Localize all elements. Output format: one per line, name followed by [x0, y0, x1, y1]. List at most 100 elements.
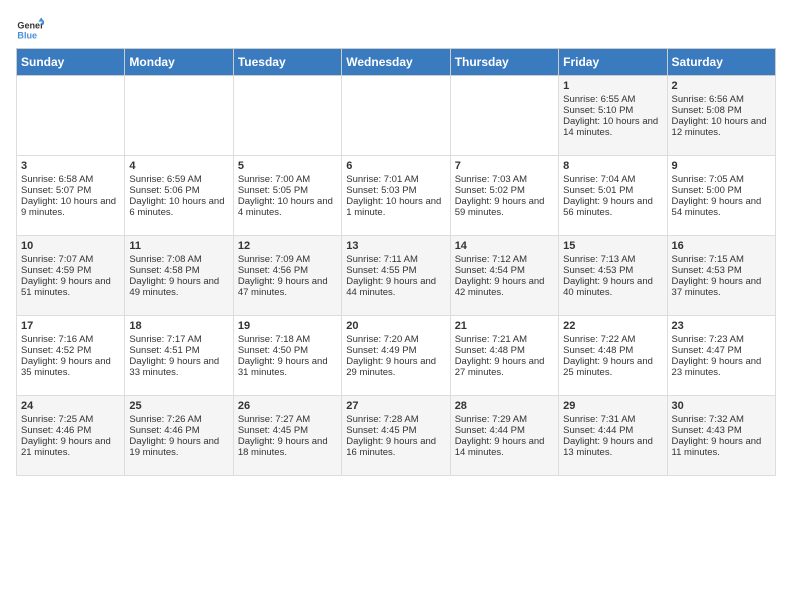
day-info-line: Sunset: 4:47 PM: [672, 345, 771, 356]
day-number: 22: [563, 320, 662, 332]
day-number: 26: [238, 400, 337, 412]
day-info-line: Daylight: 9 hours and 54 minutes.: [672, 196, 771, 218]
day-number: 19: [238, 320, 337, 332]
calendar-cell: 16Sunrise: 7:15 AMSunset: 4:53 PMDayligh…: [667, 236, 775, 316]
day-info-line: Sunset: 5:10 PM: [563, 105, 662, 116]
day-info-line: Sunset: 5:00 PM: [672, 185, 771, 196]
day-header: Friday: [559, 49, 667, 76]
calendar-cell: 11 Sunrise: 7:08 AMSunset: 4:58 PMDayligh…: [125, 236, 233, 316]
day-info-line: Sunset: 4:49 PM: [346, 345, 445, 356]
calendar-cell: 7Sunrise: 7:03 AMSunset: 5:02 PMDaylight…: [450, 156, 558, 236]
day-number: 30: [672, 400, 771, 412]
day-number: 13: [346, 240, 445, 252]
calendar-cell: 20Sunrise: 7:20 AMSunset: 4:49 PMDayligh…: [342, 316, 450, 396]
day-info-line: Sunset: 4:58 PM: [129, 265, 228, 276]
calendar-cell: 23Sunrise: 7:23 AMSunset: 4:47 PMDayligh…: [667, 316, 775, 396]
day-info-line: Sunset: 4:46 PM: [21, 425, 120, 436]
day-number: 17: [21, 320, 120, 332]
day-info-line: Sunrise: 7:03 AM: [455, 174, 554, 185]
day-info-line: Sunset: 4:45 PM: [238, 425, 337, 436]
day-info-line: Sunset: 4:48 PM: [455, 345, 554, 356]
day-number: 21: [455, 320, 554, 332]
calendar-cell: 5Sunrise: 7:00 AMSunset: 5:05 PMDaylight…: [233, 156, 341, 236]
calendar-cell: 3 Sunrise: 6:58 AMSunset: 5:07 PMDaylight…: [17, 156, 125, 236]
calendar-week-row: 17 Sunrise: 7:16 AMSunset: 4:52 PM Dayligh…: [17, 316, 776, 396]
day-info-line: Daylight: 9 hours and 16 minutes.: [346, 436, 445, 458]
day-info-line: Sunrise: 7:11 AM: [346, 254, 445, 265]
day-info-line: Sunrise: 6:58 AM: [21, 174, 120, 185]
day-number: 4: [129, 160, 228, 172]
day-number: 18: [129, 320, 228, 332]
day-info-line: Daylight: 10 hours and 12 minutes.: [672, 116, 771, 138]
day-info-line: Sunrise: 7:08 AM: [129, 254, 228, 265]
day-info-line: Daylight: 9 hours and 33 minutes.: [129, 356, 228, 378]
calendar-cell: [233, 76, 341, 156]
day-info-line: Daylight: 9 hours and 13 minutes.: [563, 436, 662, 458]
calendar-cell: 21Sunrise: 7:21 AMSunset: 4:48 PMDayligh…: [450, 316, 558, 396]
day-number: 11: [129, 240, 228, 252]
day-info-line: Daylight: 9 hours and 27 minutes.: [455, 356, 554, 378]
page-header: General Blue: [16, 16, 776, 44]
day-info-line: Daylight: 9 hours and 49 minutes.: [129, 276, 228, 298]
calendar-cell: 19Sunrise: 7:18 AMSunset: 4:50 PMDayligh…: [233, 316, 341, 396]
day-info-line: Sunrise: 7:12 AM: [455, 254, 554, 265]
day-info-line: Sunrise: 7:17 AM: [129, 334, 228, 345]
day-info-line: Sunrise: 7:13 AM: [563, 254, 662, 265]
calendar-cell: 6Sunrise: 7:01 AMSunset: 5:03 PMDaylight…: [342, 156, 450, 236]
day-number: 8: [563, 160, 662, 172]
day-number: 10: [21, 240, 120, 252]
calendar-cell: 13Sunrise: 7:11 AMSunset: 4:55 PMDayligh…: [342, 236, 450, 316]
calendar-cell: [450, 76, 558, 156]
day-info-line: Sunrise: 7:16 AM: [21, 334, 120, 345]
day-info-line: Sunset: 4:52 PM: [21, 345, 120, 356]
logo: General Blue: [16, 16, 48, 44]
day-info-line: Daylight: 10 hours and 9 minutes.: [21, 196, 120, 218]
day-number: 6: [346, 160, 445, 172]
day-info-line: Sunset: 4:45 PM: [346, 425, 445, 436]
day-info-line: Daylight: 9 hours and 19 minutes.: [129, 436, 228, 458]
day-info-line: Sunrise: 7:31 AM: [563, 414, 662, 425]
day-number: 28: [455, 400, 554, 412]
day-info-line: Sunrise: 7:20 AM: [346, 334, 445, 345]
day-info-line: Daylight: 10 hours and 6 minutes.: [129, 196, 228, 218]
day-info-line: Sunrise: 7:32 AM: [672, 414, 771, 425]
day-info-line: Sunrise: 6:55 AM: [563, 94, 662, 105]
day-header: Saturday: [667, 49, 775, 76]
calendar-table: SundayMondayTuesdayWednesdayThursdayFrid…: [16, 48, 776, 476]
day-info-line: Daylight: 9 hours and 25 minutes.: [563, 356, 662, 378]
day-number: 23: [672, 320, 771, 332]
calendar-cell: 9Sunrise: 7:05 AMSunset: 5:00 PMDaylight…: [667, 156, 775, 236]
day-number: 7: [455, 160, 554, 172]
day-info-line: Sunrise: 7:28 AM: [346, 414, 445, 425]
day-info-line: Sunrise: 7:05 AM: [672, 174, 771, 185]
day-info-line: Daylight: 9 hours and 37 minutes.: [672, 276, 771, 298]
day-info-line: Sunset: 5:07 PM: [21, 185, 120, 196]
day-header: Thursday: [450, 49, 558, 76]
day-number: 2: [672, 80, 771, 92]
day-info-line: Sunrise: 7:07 AM: [21, 254, 120, 265]
day-info-line: Sunset: 4:55 PM: [346, 265, 445, 276]
day-number: 12: [238, 240, 337, 252]
day-info-line: Sunrise: 7:29 AM: [455, 414, 554, 425]
day-info-line: Sunset: 5:03 PM: [346, 185, 445, 196]
day-number: 16: [672, 240, 771, 252]
day-info-line: Sunset: 5:02 PM: [455, 185, 554, 196]
day-info-line: Sunset: 4:53 PM: [672, 265, 771, 276]
day-info-line: Sunrise: 7:01 AM: [346, 174, 445, 185]
calendar-cell: [125, 76, 233, 156]
day-info-line: Sunrise: 6:59 AM: [129, 174, 228, 185]
day-info-line: Sunset: 5:05 PM: [238, 185, 337, 196]
day-info-line: Daylight: 9 hours and 23 minutes.: [672, 356, 771, 378]
day-number: 3: [21, 160, 120, 172]
day-number: 25: [129, 400, 228, 412]
calendar-cell: 26Sunrise: 7:27 AMSunset: 4:45 PMDayligh…: [233, 396, 341, 476]
day-info-line: Sunrise: 7:09 AM: [238, 254, 337, 265]
day-info-line: Sunset: 5:08 PM: [672, 105, 771, 116]
calendar-week-row: 3Sunrise: 6:58 AMSunset: 5:07 PMDaylight…: [17, 156, 776, 236]
day-info-line: Sunrise: 7:00 AM: [238, 174, 337, 185]
svg-text:Blue: Blue: [17, 30, 37, 40]
day-number: 24: [21, 400, 120, 412]
day-info-line: Sunset: 4:56 PM: [238, 265, 337, 276]
day-info-line: Daylight: 9 hours and 40 minutes.: [563, 276, 662, 298]
day-info-line: Daylight: 9 hours and 51 minutes.: [21, 276, 120, 298]
